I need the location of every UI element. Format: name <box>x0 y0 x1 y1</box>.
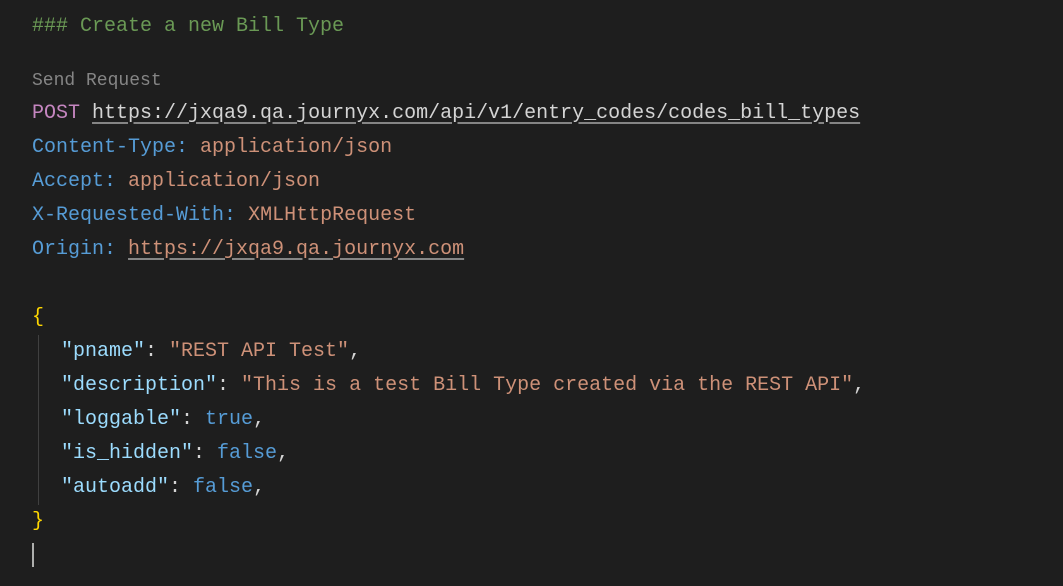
send-request-link[interactable]: Send Request <box>32 66 1031 97</box>
send-request-label: Send Request <box>32 71 162 91</box>
brace-close: } <box>32 510 44 533</box>
header-x-requested-with: X-Requested-With: XMLHttpRequest <box>32 199 1031 233</box>
request-url[interactable]: https://jxqa9.qa.journyx.com/api/v1/entr… <box>92 102 860 125</box>
json-line-loggable: "loggable": true, <box>32 403 1031 437</box>
json-line-description: "description": "This is a test Bill Type… <box>32 369 1031 403</box>
code-editor[interactable]: ### Create a new Bill Type Send Request … <box>32 10 1031 573</box>
json-line-ishidden: "is_hidden": false, <box>32 437 1031 471</box>
comment-line: ### Create a new Bill Type <box>32 10 1031 44</box>
header-key: Origin: <box>32 238 116 261</box>
json-body: { "pname": "REST API Test", "description… <box>32 301 1031 573</box>
header-key: X-Requested-With: <box>32 204 236 227</box>
json-key: "autoadd" <box>61 476 169 499</box>
text-cursor <box>32 543 34 567</box>
json-key: "description" <box>61 374 217 397</box>
header-key: Accept: <box>32 170 116 193</box>
header-key: Content-Type: <box>32 136 188 159</box>
header-accept: Accept: application/json <box>32 165 1031 199</box>
request-line: POST https://jxqa9.qa.journyx.com/api/v1… <box>32 97 1031 131</box>
header-value: application/json <box>128 170 320 193</box>
header-origin: Origin: https://jxqa9.qa.journyx.com <box>32 233 1031 267</box>
json-value: "REST API Test" <box>169 340 349 363</box>
brace-open: { <box>32 306 44 329</box>
json-line-pname: "pname": "REST API Test", <box>32 335 1031 369</box>
comment-text: ### Create a new Bill Type <box>32 15 344 38</box>
json-key: "loggable" <box>61 408 181 431</box>
header-value[interactable]: https://jxqa9.qa.journyx.com <box>128 238 464 261</box>
json-value: false <box>193 476 253 499</box>
json-line-close: } <box>32 505 1031 539</box>
cursor-line <box>32 539 1031 573</box>
http-method: POST <box>32 102 80 125</box>
json-value: "This is a test Bill Type created via th… <box>241 374 853 397</box>
header-value: application/json <box>200 136 392 159</box>
header-content-type: Content-Type: application/json <box>32 131 1031 165</box>
json-key: "is_hidden" <box>61 442 193 465</box>
json-key: "pname" <box>61 340 145 363</box>
json-line-open: { <box>32 301 1031 335</box>
json-value: true <box>205 408 253 431</box>
json-value: false <box>217 442 277 465</box>
json-line-autoadd: "autoadd": false, <box>32 471 1031 505</box>
header-value: XMLHttpRequest <box>248 204 416 227</box>
